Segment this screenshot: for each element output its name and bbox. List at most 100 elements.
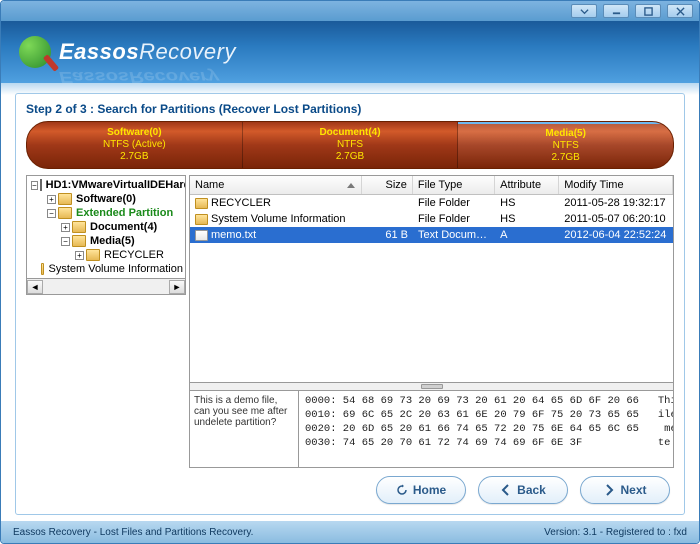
folder-icon xyxy=(86,249,100,261)
tree-item-label: Media(5) xyxy=(88,235,137,247)
tree-item[interactable]: − Extended Partition xyxy=(27,206,185,220)
partition-size: 2.7GB xyxy=(552,152,580,164)
file-name: memo.txt xyxy=(211,229,256,241)
tree-expand-icon[interactable]: + xyxy=(75,251,84,260)
home-button[interactable]: Home xyxy=(376,476,466,504)
folder-icon xyxy=(72,221,86,233)
file-size xyxy=(362,212,413,226)
column-type[interactable]: File Type xyxy=(413,176,495,194)
tree-item-label: RECYCLER xyxy=(102,249,166,261)
column-size[interactable]: Size xyxy=(362,176,413,194)
column-name[interactable]: Name xyxy=(190,176,362,194)
maximize-button[interactable] xyxy=(635,4,661,18)
partition-fs: NTFS (Active) xyxy=(103,139,166,151)
folder-icon xyxy=(58,193,72,205)
back-label: Back xyxy=(517,483,546,497)
back-icon xyxy=(500,484,512,496)
scroll-left-button[interactable]: ◄ xyxy=(27,280,43,294)
file-row[interactable]: memo.txt61 BText DocumentA2012-06-04 22:… xyxy=(190,227,673,243)
next-button[interactable]: Next xyxy=(580,476,670,504)
partition-name: Media(5) xyxy=(545,128,586,140)
tree-expand-icon[interactable]: + xyxy=(47,195,56,204)
partition-bar: Software(0) NTFS (Active) 2.7GB Document… xyxy=(26,121,674,169)
file-list: Name Size File Type Attribute Modify Tim… xyxy=(189,175,674,383)
button-row: Home Back Next xyxy=(26,468,674,504)
minimize-button[interactable] xyxy=(603,4,629,18)
footer-right: Version: 3.1 - Registered to : fxd xyxy=(544,527,687,538)
folder-icon xyxy=(41,263,44,275)
main-area: − HD1:VMwareVirtualIDEHardDrive +Softwar… xyxy=(26,175,674,468)
logo-icon xyxy=(19,36,51,68)
splitter-grip-icon xyxy=(421,384,443,389)
tree-collapse-icon[interactable]: − xyxy=(61,237,70,246)
brand-prefix: Eassos xyxy=(59,39,139,64)
file-time: 2012-06-04 22:52:24 xyxy=(559,228,673,242)
file-row[interactable]: RECYCLER File FolderHS2011-05-28 19:32:17 xyxy=(190,195,673,211)
content-area: Step 2 of 3 : Search for Partitions (Rec… xyxy=(1,83,699,521)
folder-icon xyxy=(195,214,208,225)
file-time: 2011-05-28 19:32:17 xyxy=(559,196,673,210)
partition-size: 2.7GB xyxy=(120,151,148,163)
tree-item[interactable]: System Volume Information xyxy=(27,262,185,276)
tree-item-label: Document(4) xyxy=(88,221,159,233)
file-size: 61 B xyxy=(362,228,413,242)
file-name: System Volume Information xyxy=(211,213,346,225)
partition-media[interactable]: Media(5) NTFS 2.7GB xyxy=(458,122,673,168)
header: EassosRecovery EassosRecovery xyxy=(1,21,699,83)
file-type: File Folder xyxy=(413,196,495,210)
tree-root-label: HD1:VMwareVirtualIDEHardDrive xyxy=(44,179,186,191)
tree-item[interactable]: + Document(4) xyxy=(27,220,185,234)
horizontal-splitter[interactable] xyxy=(189,383,674,390)
file-attr: HS xyxy=(495,196,559,210)
dropdown-button[interactable] xyxy=(571,4,597,18)
file-type: File Folder xyxy=(413,212,495,226)
tree-item-label: System Volume Information xyxy=(46,263,185,275)
tree-expand-icon[interactable]: + xyxy=(61,223,70,232)
tree-item-label: Extended Partition xyxy=(74,207,175,219)
home-icon xyxy=(396,484,408,496)
partition-document[interactable]: Document(4) NTFS 2.7GB xyxy=(243,122,459,168)
tree-item[interactable]: + RECYCLER xyxy=(27,248,185,262)
file-attr: A xyxy=(495,228,559,242)
file-list-header: Name Size File Type Attribute Modify Tim… xyxy=(190,176,673,195)
tree-collapse-icon[interactable]: − xyxy=(47,209,56,218)
file-row[interactable]: System Volume Information File FolderHS20… xyxy=(190,211,673,227)
tree-item[interactable]: − Media(5) xyxy=(27,234,185,248)
folder-icon xyxy=(195,198,208,209)
preview-description: This is a demo file, can you see me afte… xyxy=(189,390,299,468)
file-attr: HS xyxy=(495,212,559,226)
disk-icon xyxy=(40,179,42,191)
brand-title: EassosRecovery xyxy=(59,39,236,65)
app-window: EassosRecovery EassosRecovery Step 2 of … xyxy=(0,0,700,544)
partition-fs: NTFS xyxy=(337,139,363,151)
step-title: Step 2 of 3 : Search for Partitions (Rec… xyxy=(26,102,674,116)
file-time: 2011-05-07 06:20:10 xyxy=(559,212,673,226)
partition-software[interactable]: Software(0) NTFS (Active) 2.7GB xyxy=(27,122,243,168)
column-modify-time[interactable]: Modify Time xyxy=(559,176,673,194)
partition-name: Document(4) xyxy=(319,127,380,139)
footer: Eassos Recovery - Lost Files and Partiti… xyxy=(1,521,699,543)
column-attribute[interactable]: Attribute xyxy=(495,176,559,194)
home-label: Home xyxy=(413,483,446,497)
tree-root[interactable]: − HD1:VMwareVirtualIDEHardDrive xyxy=(27,178,185,192)
file-size xyxy=(362,196,413,210)
tree-horizontal-scrollbar[interactable]: ◄ ► xyxy=(26,279,186,295)
right-pane: Name Size File Type Attribute Modify Tim… xyxy=(189,175,674,468)
file-icon xyxy=(195,230,208,241)
folder-icon xyxy=(72,235,86,247)
tree-item[interactable]: +Software(0) xyxy=(27,192,185,206)
file-list-body[interactable]: RECYCLER File FolderHS2011-05-28 19:32:17… xyxy=(190,195,673,382)
footer-left: Eassos Recovery - Lost Files and Partiti… xyxy=(13,527,253,538)
titlebar xyxy=(1,1,699,21)
back-button[interactable]: Back xyxy=(478,476,568,504)
tree-pane[interactable]: − HD1:VMwareVirtualIDEHardDrive +Softwar… xyxy=(26,175,186,279)
brand-reflection: EassosRecovery xyxy=(59,67,219,85)
next-label: Next xyxy=(620,483,646,497)
file-name: RECYCLER xyxy=(211,197,271,209)
partition-fs: NTFS xyxy=(553,140,579,152)
inner-panel: Step 2 of 3 : Search for Partitions (Rec… xyxy=(15,93,685,515)
scroll-right-button[interactable]: ► xyxy=(169,280,185,294)
tree-collapse-icon[interactable]: − xyxy=(31,181,38,190)
next-icon xyxy=(603,484,615,496)
close-button[interactable] xyxy=(667,4,693,18)
